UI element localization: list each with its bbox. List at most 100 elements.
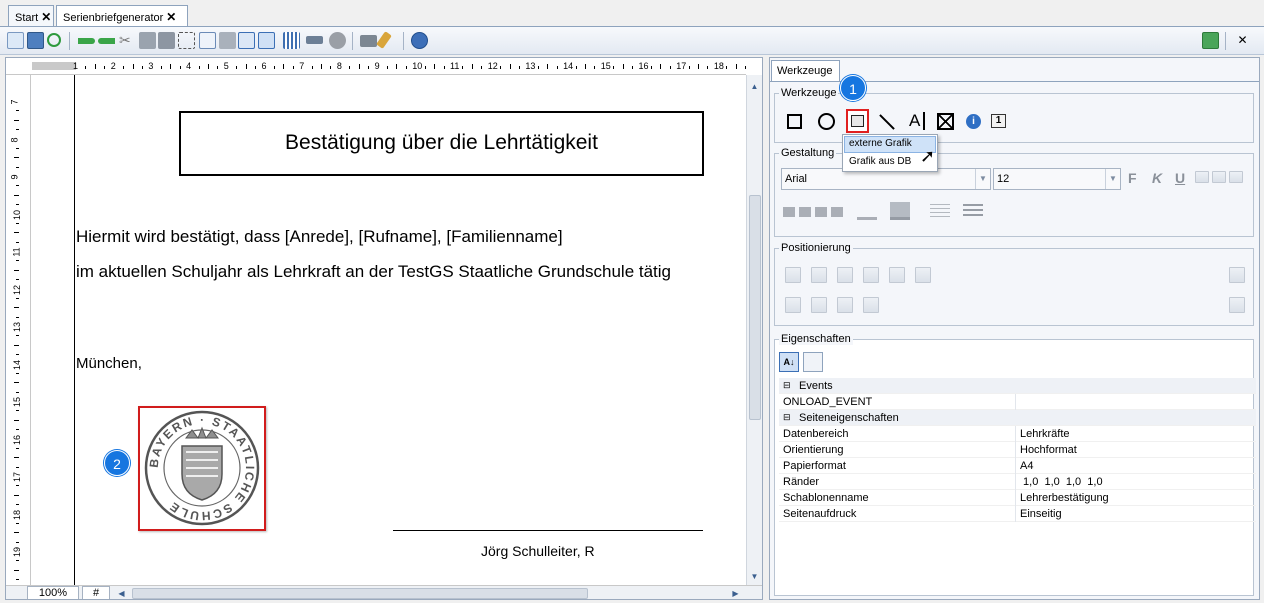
scroll-up-arrow[interactable]: ▲ [747, 79, 762, 94]
grid-icon[interactable] [283, 32, 300, 49]
scroll-right-arrow[interactable]: ▶ [728, 586, 743, 599]
categorized-view-icon[interactable] [803, 352, 823, 372]
italic-button[interactable]: K [1152, 170, 1162, 186]
bring-front-icon[interactable] [785, 297, 801, 313]
bring-forward-icon[interactable] [837, 297, 853, 313]
arrow-left-icon[interactable] [78, 38, 95, 44]
close-icon[interactable]: ✕ [41, 10, 51, 24]
tab-werkzeuge[interactable]: Werkzeuge [771, 60, 840, 81]
align-middle-icon[interactable] [811, 267, 827, 283]
ruler-tick [613, 66, 615, 69]
alignment-buttons[interactable] [783, 207, 847, 217]
menu-item-external-graphic[interactable]: externe Grafik [849, 138, 912, 149]
horizontal-scroll-thumb[interactable] [132, 588, 588, 599]
grid-toggle[interactable]: # [82, 586, 110, 599]
send-back-icon[interactable] [811, 297, 827, 313]
align-center-icon[interactable] [889, 267, 905, 283]
property-row[interactable]: Papierformat A4 [779, 458, 1256, 474]
insert-field-icon[interactable] [238, 32, 255, 49]
body-line-2[interactable]: im aktuellen Schuljahr als Lehrkraft an … [76, 262, 671, 282]
property-value[interactable]: Lehrerbestätigung [1020, 492, 1109, 504]
paste-icon[interactable] [158, 32, 175, 49]
zoom-level[interactable]: 100% [27, 586, 79, 599]
property-row[interactable]: ONLOAD_EVENT [779, 394, 1256, 410]
copy-page-icon[interactable] [219, 32, 236, 49]
settings-icon[interactable] [329, 32, 346, 49]
refresh-icon[interactable] [1202, 32, 1219, 49]
events-category[interactable]: ⊟ Events [779, 378, 1256, 394]
seal-image[interactable]: BAYERN · STAATLICHE SCHULE [138, 406, 266, 531]
help-icon[interactable] [411, 32, 428, 49]
ruler-number: 4 [186, 61, 192, 71]
document-editor[interactable]: 1 2 3 4 5 6 7 8 9 10 11 12 13 14 15 16 17 18 7 8 9 10 11 12 13 1… [5, 57, 763, 600]
document-page[interactable]: Bestätigung über die Lehrtätigkeit Hierm… [37, 75, 746, 585]
text-align-icon[interactable] [1195, 171, 1209, 183]
distribute-horizontal-icon[interactable] [1229, 297, 1245, 313]
new-document-icon[interactable] [7, 32, 24, 49]
page-icon[interactable] [199, 32, 216, 49]
align-top-icon[interactable] [837, 267, 853, 283]
property-row[interactable]: Seitenaufdruck Einseitig [779, 506, 1256, 522]
line-style-icon[interactable] [930, 204, 950, 218]
ruler-tick [16, 222, 19, 224]
distribute-vertical-icon[interactable] [1229, 267, 1245, 283]
cut-icon[interactable]: ✂ [119, 32, 131, 49]
property-value[interactable]: Hochformat [1020, 444, 1077, 456]
close-icon[interactable]: ✕ [166, 10, 176, 24]
menu-item-graphic-from-db[interactable]: Grafik aus DB [849, 156, 911, 167]
print-icon[interactable] [360, 35, 377, 47]
tab-start[interactable]: Start ✕ [8, 5, 54, 26]
line-tool-icon[interactable] [879, 114, 895, 130]
collapse-icon[interactable]: ⊟ [783, 412, 791, 423]
fill-color-icon[interactable] [890, 202, 910, 220]
document-title-box[interactable]: Bestätigung über die Lehrtätigkeit [179, 111, 704, 176]
line-width-icon[interactable] [963, 204, 983, 218]
line-color-icon[interactable] [857, 202, 877, 220]
property-value[interactable]: Lehrkräfte [1020, 428, 1070, 440]
page-number-icon[interactable]: 1 [991, 114, 1006, 128]
tab-serienbriefgenerator[interactable]: Serienbriefgenerator ✕ [56, 5, 188, 27]
barcode-field-icon[interactable] [937, 113, 954, 130]
text-align-icon[interactable] [1212, 171, 1226, 183]
text-tool-icon[interactable]: A [909, 111, 920, 131]
collapse-icon[interactable]: ⊟ [783, 380, 791, 391]
info-icon[interactable]: i [966, 114, 981, 129]
align-right-icon[interactable] [915, 267, 931, 283]
select-all-icon[interactable] [178, 32, 195, 49]
rectangle-tool-icon[interactable] [787, 114, 802, 129]
bold-button[interactable]: F [1128, 170, 1137, 186]
align-left-icon[interactable] [863, 267, 879, 283]
underline-button[interactable]: U [1175, 170, 1185, 186]
scroll-down-arrow[interactable]: ▼ [747, 569, 762, 584]
text-align-icon[interactable] [1229, 171, 1243, 183]
property-row[interactable]: Ränder 1,0 1,0 1,0 1,0 [779, 474, 1256, 490]
page-properties-category[interactable]: ⊟ Seiteneigenschaften [779, 410, 1256, 426]
align-bottom-icon[interactable] [785, 267, 801, 283]
font-size-select[interactable]: 12 ▼ [993, 168, 1121, 190]
vertical-scrollbar[interactable]: ▲ ▼ [746, 75, 762, 585]
property-row[interactable]: Orientierung Hochformat [779, 442, 1256, 458]
scroll-thumb[interactable] [749, 195, 761, 420]
close-window-button[interactable]: ✕ [1234, 32, 1251, 49]
circle-tool-icon[interactable] [818, 113, 835, 130]
save-icon[interactable] [27, 32, 44, 49]
ruler-icon[interactable] [306, 36, 323, 44]
sort-alphabetical-icon[interactable]: A↓ [779, 352, 799, 372]
signature-text[interactable]: Jörg Schulleiter, R [481, 543, 595, 559]
scroll-left-arrow[interactable]: ◀ [114, 586, 129, 599]
merge-field-icon[interactable] [258, 32, 275, 49]
body-line-1[interactable]: Hiermit wird bestätigt, dass [Anrede], [… [76, 227, 563, 247]
undo-icon[interactable] [47, 33, 61, 47]
copy-icon[interactable] [139, 32, 156, 49]
property-row[interactable]: Schablonenname Lehrerbestätigung [779, 490, 1256, 506]
property-value[interactable]: A4 [1020, 460, 1033, 472]
clear-icon[interactable] [376, 31, 392, 49]
property-key: Datenbereich [783, 428, 849, 440]
arrow-right-icon[interactable] [98, 38, 115, 44]
send-backward-icon[interactable] [863, 297, 879, 313]
property-row[interactable]: Datenbereich Lehrkräfte [779, 426, 1256, 442]
property-value[interactable]: 1,0 1,0 1,0 1,0 [1020, 476, 1103, 488]
image-tool-button[interactable] [846, 109, 869, 133]
place-text[interactable]: München, [76, 355, 142, 372]
property-value[interactable]: Einseitig [1020, 508, 1062, 520]
